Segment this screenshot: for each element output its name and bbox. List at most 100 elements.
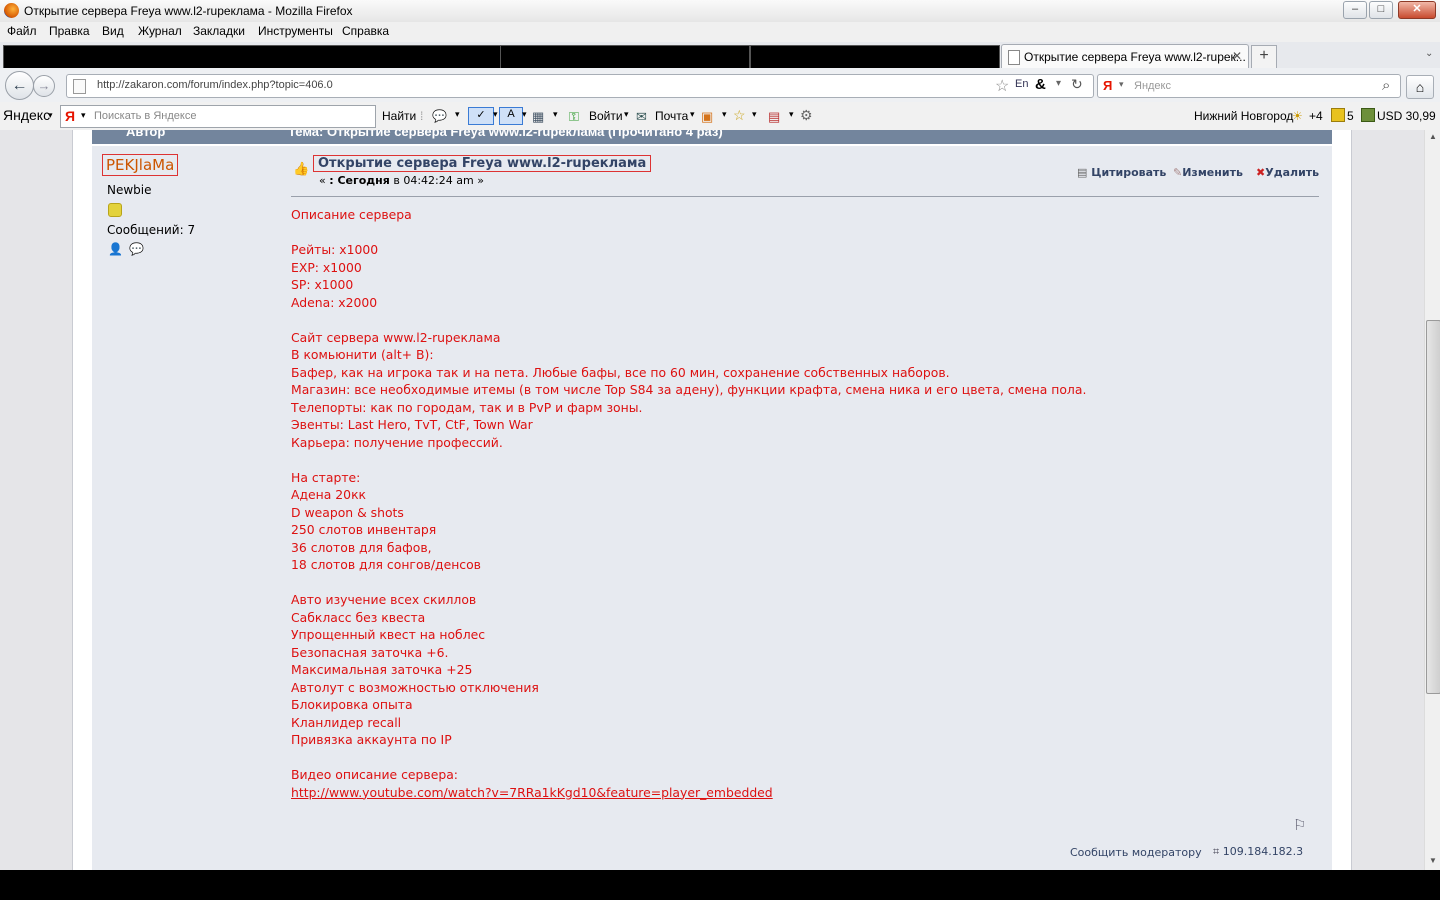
reload-icon[interactable]: ↻ [1071, 76, 1083, 93]
scroll-up-arrow-icon[interactable]: ▲ [1429, 132, 1437, 141]
new-tab-button[interactable]: + [1251, 45, 1277, 69]
yandex-city[interactable]: Нижний Новгород [1194, 109, 1293, 123]
favorites-chevron-icon[interactable]: ▾ [752, 109, 757, 120]
post-line: Видео описание сервера: [291, 767, 458, 782]
topic-column-header: Тема: Открытие сервера Freya www.l2-rupе… [288, 130, 723, 139]
edit-button[interactable]: ✎Изменить [1173, 166, 1243, 179]
yandex-logo[interactable]: Яндекс [3, 107, 50, 123]
tab-redacted-3[interactable] [750, 45, 1000, 69]
navigation-bar: ← → http://zakaron.com/forum/index.php?t… [0, 68, 1440, 102]
search-box[interactable]: Я ▾ Яндекс ⌕ [1097, 74, 1401, 98]
settings-gear-icon[interactable]: ⚙ [800, 107, 813, 124]
yandex-input-chevron-icon[interactable]: ▾ [81, 110, 86, 121]
favorites-star-icon[interactable]: ☆ [733, 107, 746, 124]
bookmarks-chevron-icon[interactable]: ▾ [789, 109, 794, 120]
personal-message-icon[interactable]: 💬 [129, 242, 144, 256]
engine-dropdown-icon[interactable]: ▾ [1119, 79, 1124, 90]
report-icon[interactable]: ⚐ [1293, 816, 1306, 834]
scroll-down-arrow-icon[interactable]: ▼ [1429, 856, 1437, 865]
comment-icon[interactable]: 💬 [432, 109, 447, 123]
post-date-time: в 04:42:24 am » [389, 174, 484, 187]
translate-icon[interactable]: En [1015, 78, 1028, 90]
tab-redacted-2[interactable] [500, 45, 750, 69]
spellcheck-chevron-icon[interactable]: ▾ [493, 109, 498, 120]
yandex-search-placeholder[interactable]: Поискать в Яндексе [94, 110, 196, 122]
menu-tools[interactable]: Инструменты [258, 24, 333, 38]
topic-header-strip: Автор Тема: Открытие сервера Freya www.l… [92, 130, 1332, 144]
mail-icon[interactable]: ✉ [636, 109, 647, 125]
bookmarks-box-icon[interactable]: ▤ [768, 109, 780, 125]
translate-chevron-icon[interactable]: ▾ [522, 109, 527, 120]
tab-list-chevron-icon[interactable]: ⌄ [1425, 48, 1433, 59]
ampersand-addon-icon[interactable]: & [1035, 76, 1046, 93]
yandex-search-input[interactable]: Я ▾ Поискать в Яндексе [60, 105, 376, 128]
delete-button[interactable]: ✖Удалить [1256, 166, 1319, 179]
window-title: Открытие сервера Freya www.l2-rupеклама … [24, 4, 353, 18]
maximize-button[interactable]: □ [1369, 1, 1393, 19]
thumbs-up-icon: 👍 [293, 161, 310, 176]
yandex-find-button[interactable]: Найти [382, 109, 416, 123]
post-line: Adena: x2000 [291, 294, 378, 310]
menu-file[interactable]: Файл [7, 24, 37, 38]
post-line: 36 слотов для бафов, [291, 539, 432, 555]
scrollbar-thumb[interactable] [1426, 320, 1440, 694]
address-bar[interactable]: http://zakaron.com/forum/index.php?topic… [66, 74, 1094, 98]
traffic-icon[interactable] [1331, 108, 1345, 122]
url-dropdown-icon[interactable]: ▾ [1056, 78, 1061, 89]
bookmark-star-icon[interactable]: ☆ [995, 76, 1009, 96]
login-key-icon[interactable]: ⚿ [569, 109, 579, 125]
search-placeholder[interactable]: Яндекс [1134, 80, 1171, 92]
yandex-currency[interactable]: USD 30,99 [1377, 109, 1436, 123]
back-button[interactable]: ← [5, 71, 34, 100]
url-text[interactable]: http://zakaron.com/forum/index.php?topic… [97, 79, 333, 91]
menu-edit[interactable]: Правка [49, 24, 90, 38]
menu-bookmarks[interactable]: Закладки [193, 24, 245, 38]
video-link[interactable]: http://www.youtube.com/watch?v=7RRa1kKgd… [291, 785, 773, 800]
site-identity-icon[interactable] [73, 79, 86, 94]
close-tab-icon[interactable]: ✕ [1232, 49, 1242, 63]
post-line: Автолут с возможностью отключения [291, 679, 539, 695]
quote-button[interactable]: ▤ Цитировать [1077, 166, 1166, 179]
home-button[interactable]: ⌂ [1406, 75, 1434, 99]
yandex-menu-chevron-icon[interactable]: ▾ [48, 110, 53, 121]
close-window-button[interactable]: ✕ [1398, 1, 1436, 19]
translate-page-icon[interactable]: A [499, 107, 523, 125]
drag-handle-icon[interactable]: ⁞ [420, 109, 423, 123]
vertical-scrollbar[interactable]: ▲ ▼ [1424, 130, 1440, 870]
tab-active[interactable]: Открытие сервера Freya www.l2-rupeк... ✕ [1001, 44, 1249, 69]
profile-icon[interactable]: 👤 [108, 242, 123, 256]
post-title-link[interactable]: Открытие сервера Freya www.l2-rupeклама [313, 155, 652, 172]
menu-history[interactable]: Журнал [138, 24, 182, 38]
login-chevron-icon[interactable]: ▾ [624, 109, 629, 120]
yandex-weather[interactable]: +4 [1309, 109, 1323, 123]
weather-icon[interactable]: ☀ [1292, 109, 1303, 123]
forward-button[interactable]: → [33, 75, 55, 97]
post-line: Сабкласс без квеста [291, 609, 426, 625]
yandex-mail-button[interactable]: Почта [655, 109, 688, 123]
post-line: Упрощенный квест на ноблес [291, 627, 486, 642]
menu-help[interactable]: Справка [342, 24, 389, 38]
forum-post: PEKJlaMa Newbie Сообщений: 7 👤 💬 👍 Откры… [92, 146, 1332, 870]
report-to-moderator-link[interactable]: Сообщить модератору [1070, 846, 1202, 859]
yandex-login-button[interactable]: Войти [589, 109, 623, 123]
market-bag-icon[interactable]: ▣ [701, 109, 713, 125]
rank-star-icon [108, 203, 122, 217]
search-icon[interactable]: ⌕ [1382, 77, 1390, 94]
grid-tool-icon[interactable]: ▦ [532, 109, 544, 125]
currency-icon[interactable] [1361, 108, 1375, 122]
spellcheck-icon[interactable]: ✓ [468, 107, 494, 125]
author-column-header: Автор [126, 130, 166, 139]
tab-redacted-1[interactable] [3, 45, 501, 69]
yandex-engine-icon[interactable]: Я [1103, 78, 1112, 93]
mail-chevron-icon[interactable]: ▾ [690, 109, 695, 120]
yandex-traffic[interactable]: 5 [1347, 109, 1354, 123]
ip-icon: ⌗ [1213, 845, 1220, 858]
comment-chevron-icon[interactable]: ▾ [455, 109, 460, 120]
post-line: Описание сервера [291, 207, 412, 222]
post-author-name[interactable]: PEKJlaMa [102, 154, 179, 176]
minimize-button[interactable]: – [1343, 1, 1367, 19]
post-divider [291, 196, 1319, 197]
market-chevron-icon[interactable]: ▾ [722, 109, 727, 120]
menu-view[interactable]: Вид [102, 24, 124, 38]
grid-tool-chevron-icon[interactable]: ▾ [553, 109, 558, 120]
